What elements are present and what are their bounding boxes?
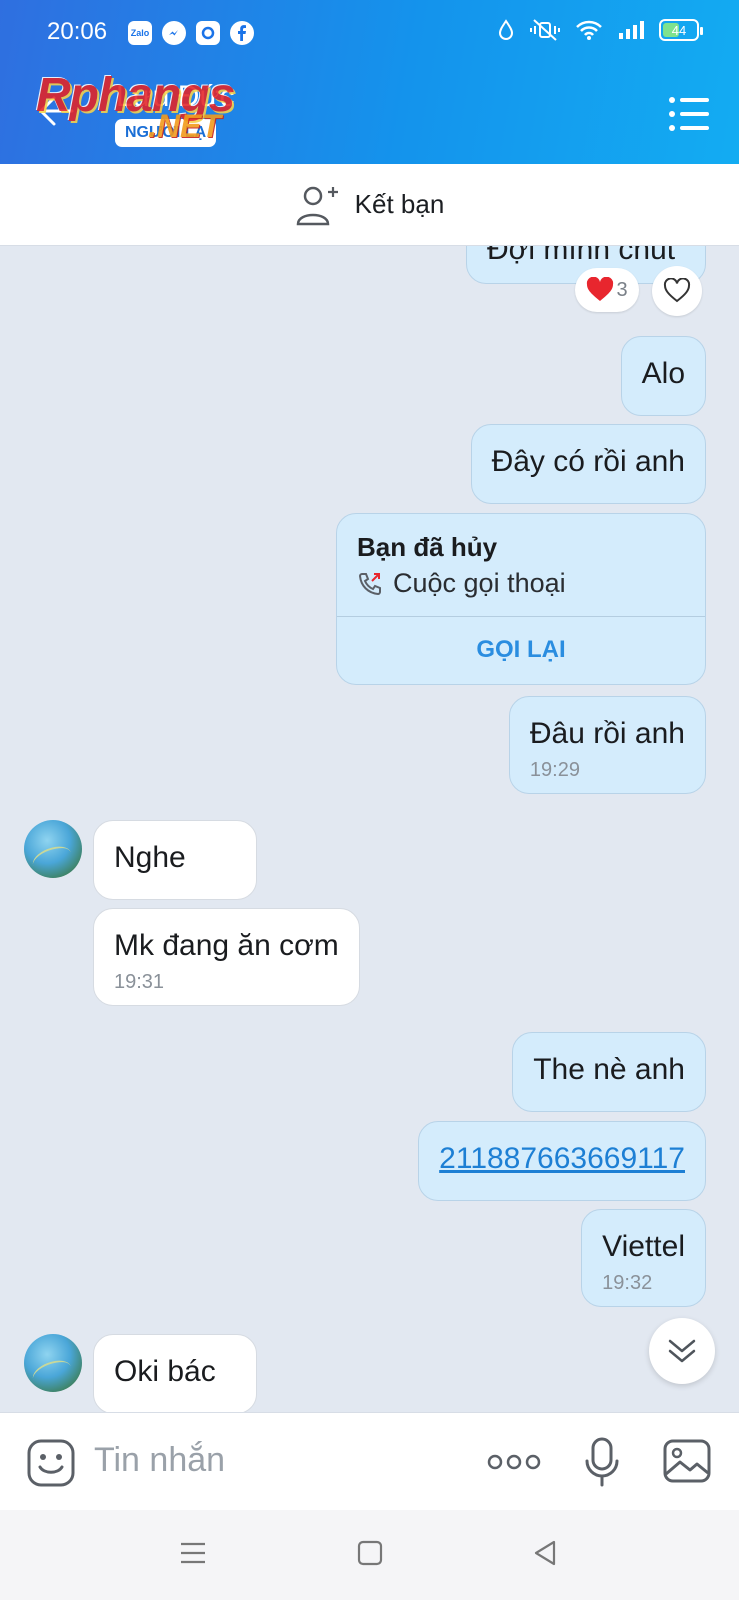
vibrate-mute-icon bbox=[530, 19, 560, 41]
add-friend-button[interactable]: Kết bạn bbox=[0, 164, 739, 246]
message-input[interactable] bbox=[94, 1441, 454, 1480]
back-icon[interactable] bbox=[530, 1538, 560, 1568]
message-text: Oki bác bbox=[114, 1355, 216, 1388]
contact-avatar[interactable] bbox=[24, 820, 82, 878]
sticker-icon[interactable] bbox=[26, 1438, 76, 1488]
image-icon[interactable] bbox=[662, 1438, 712, 1484]
message-bubble-out[interactable]: Đây có rồi anh bbox=[470, 424, 706, 504]
home-icon[interactable] bbox=[355, 1538, 385, 1568]
battery-icon: 44 bbox=[659, 19, 703, 41]
message-bubble-out[interactable]: 211887663669117 bbox=[418, 1121, 706, 1201]
message-time: 19:32 bbox=[602, 1272, 653, 1294]
facebook-icon bbox=[230, 21, 254, 45]
more-icon[interactable] bbox=[487, 1453, 541, 1471]
signal-icon bbox=[619, 21, 644, 39]
message-text: Alo bbox=[641, 357, 685, 390]
message-time: 19:29 bbox=[529, 759, 580, 781]
message-text: Nghe bbox=[114, 841, 186, 874]
add-user-icon bbox=[296, 186, 338, 225]
phone-number-link[interactable]: 211887663669117 bbox=[439, 1142, 685, 1176]
call-status-title: Bạn đã hủy bbox=[357, 532, 498, 562]
message-bubble-in[interactable]: Nghe bbox=[93, 820, 257, 900]
message-bubble-out[interactable]: Đâu rồi anh 19:29 bbox=[508, 696, 706, 794]
add-friend-label: Kết bạn bbox=[354, 189, 445, 219]
missed-call-icon bbox=[358, 572, 381, 595]
divider bbox=[337, 616, 705, 617]
microphone-icon[interactable] bbox=[584, 1437, 620, 1489]
call-type: Cuộc gọi thoại bbox=[393, 568, 566, 598]
message-bubble-out[interactable]: The nè anh bbox=[512, 1032, 706, 1112]
message-bubble-out[interactable]: Alo bbox=[620, 336, 706, 416]
top-bar: 20:06 Zalo 44 Lưu Đức NGƯỜI LẠ Rphangs .… bbox=[0, 0, 739, 164]
message-bubble-out[interactable]: Viettel 19:32 bbox=[581, 1209, 706, 1307]
wifi-icon bbox=[576, 20, 602, 40]
message-bubble-in[interactable]: Mk đang ăn cơm 19:31 bbox=[93, 908, 360, 1006]
battery-level: 44 bbox=[671, 22, 687, 38]
contact-avatar[interactable] bbox=[24, 1334, 82, 1392]
message-text: Mk đang ăn cơm bbox=[114, 929, 339, 962]
call-again-button[interactable]: GỌI LẠI bbox=[337, 636, 705, 664]
data-saver-icon bbox=[498, 19, 514, 40]
message-text: Viettel bbox=[602, 1230, 685, 1263]
reaction-count: 3 bbox=[616, 278, 628, 301]
messenger-icon bbox=[162, 21, 186, 45]
chat-area[interactable]: Đợi mình chút 3 Alo Đây có rồi anh Bạn đ… bbox=[0, 246, 739, 1412]
message-text: Đâu rồi anh bbox=[529, 717, 685, 750]
message-time: 19:31 bbox=[114, 971, 165, 993]
status-bar: 20:06 Zalo 44 bbox=[0, 0, 739, 64]
heart-icon bbox=[587, 277, 614, 301]
message-text: Đợi mình chút bbox=[487, 246, 676, 266]
watermark-logo-suffix: .NET bbox=[148, 108, 221, 144]
status-time: 20:06 bbox=[47, 18, 108, 45]
status-icons: 44 bbox=[497, 18, 703, 42]
react-button[interactable] bbox=[652, 266, 702, 316]
reaction-badge[interactable]: 3 bbox=[575, 268, 639, 312]
call-card: Bạn đã hủy Cuộc gọi thoại GỌI LẠI bbox=[336, 513, 706, 685]
message-text: The nè anh bbox=[533, 1053, 685, 1086]
message-text: Đây có rồi anh bbox=[491, 445, 685, 478]
scroll-to-bottom-button[interactable] bbox=[649, 1318, 715, 1384]
recent-apps-icon[interactable] bbox=[178, 1538, 208, 1568]
double-chevron-down-icon bbox=[668, 1339, 696, 1363]
heart-outline-icon bbox=[663, 278, 691, 303]
zalo-icon: Zalo bbox=[128, 21, 152, 45]
message-input-bar bbox=[0, 1412, 739, 1510]
system-nav-bar bbox=[0, 1510, 739, 1600]
message-bubble-in[interactable]: Oki bác bbox=[93, 1334, 257, 1412]
camera-app-icon bbox=[196, 21, 220, 45]
chat-header: Lưu Đức NGƯỜI LẠ Rphangs .NET bbox=[0, 64, 739, 164]
menu-list-icon[interactable] bbox=[667, 94, 711, 134]
